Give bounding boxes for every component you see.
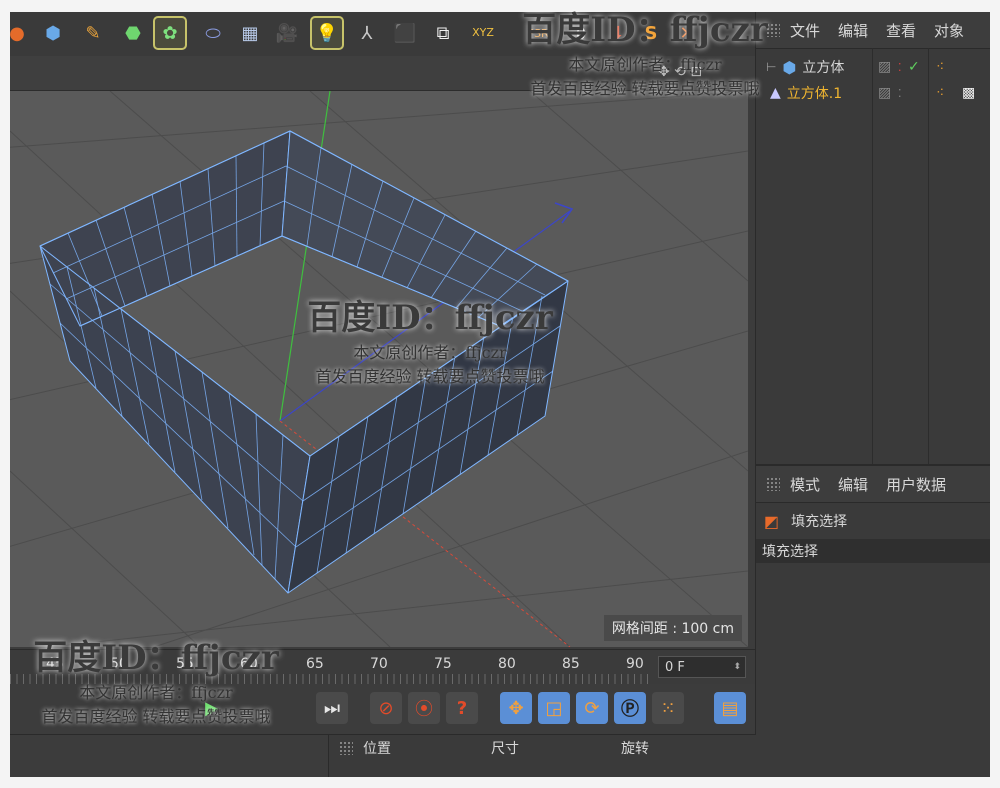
header-size: 尺寸 bbox=[491, 741, 519, 757]
material-box-icon[interactable]: ⬛ bbox=[390, 18, 420, 48]
view-controls-icon[interactable]: ✥ ⟲ ⊡ bbox=[658, 64, 702, 80]
material-manager-strip bbox=[10, 734, 328, 777]
enabled-check-icon[interactable]: ✓ bbox=[908, 59, 920, 75]
film-strip-icon[interactable]: ▤ bbox=[714, 692, 746, 724]
psr-value: 0 bbox=[566, 18, 596, 48]
header-position: 位置 bbox=[363, 741, 391, 757]
tab-label: 填充选择 bbox=[762, 544, 818, 560]
selection-tag-icon[interactable]: ▩ bbox=[962, 85, 975, 101]
tick-label: 75 bbox=[434, 656, 452, 672]
viewport-menubar: ✥ ⟲ ⊡ bbox=[10, 56, 755, 91]
object-manager: 文件 编辑 查看 对象 ⊢ ⬢ 立方体 ▨ ⁚ ✓ ⁖ ▲ 立方体.1 ▨ ⁚ … bbox=[755, 12, 990, 464]
mograph-icon[interactable]: ✕ bbox=[672, 18, 702, 48]
array-generator-icon[interactable]: ✿ bbox=[153, 16, 187, 50]
move-key-icon[interactable]: ✥ bbox=[500, 692, 532, 724]
rotate-key-icon[interactable]: ⟳ bbox=[576, 692, 608, 724]
tick-label: 50 bbox=[110, 656, 128, 672]
visibility-icon[interactable]: ▨ bbox=[878, 59, 891, 75]
tick-label: 45 bbox=[46, 656, 64, 672]
psr-value-text: 0 bbox=[575, 23, 587, 43]
cinema4d-window: ● ⬢ ✎ ⬣ ✿ ⬭ ▦ 🎥 💡 ⅄ ⬛ ⧉ XYZ PSR 0 ⬇ S ✕ … bbox=[10, 12, 990, 777]
floor-icon[interactable]: ▦ bbox=[235, 18, 265, 48]
scale-key-icon[interactable]: ◲ bbox=[538, 692, 570, 724]
point-level-icon[interactable]: ⁙ bbox=[652, 692, 684, 724]
psr-label: PSR bbox=[527, 26, 549, 40]
tick-label: 85 bbox=[562, 656, 580, 672]
render-icon[interactable]: ● bbox=[10, 18, 32, 48]
axis-label: XYZ bbox=[472, 26, 494, 39]
object-row-cube-1[interactable]: ▲ 立方体.1 ▨ ⁚ ⁖ ▩ bbox=[756, 80, 990, 106]
grip-icon[interactable] bbox=[339, 741, 353, 755]
menu-view[interactable]: 查看 bbox=[886, 20, 916, 41]
object-name: 立方体 bbox=[802, 60, 845, 76]
character-icon[interactable]: ⅄ bbox=[352, 18, 382, 48]
sculpt-icon[interactable]: S bbox=[636, 18, 666, 48]
attributes-manager-menu: 模式 编辑 用户数据 bbox=[756, 466, 990, 503]
menu-edit[interactable]: 编辑 bbox=[838, 20, 868, 41]
scene-icon[interactable]: ⧉ bbox=[428, 18, 458, 48]
auto-key-icon[interactable]: ⦿ bbox=[408, 692, 440, 724]
render-dots-icon[interactable]: ⁚ bbox=[898, 61, 902, 74]
tree-branch-icon: ⊢ bbox=[766, 60, 777, 74]
transport-bar: ▶ ⏭ ⊘ ⦿ ? ✥ ◲ ⟳ Ⓟ ⁙ ▤ bbox=[10, 684, 755, 734]
menu-edit[interactable]: 编辑 bbox=[838, 474, 868, 495]
3d-viewport[interactable]: 网格间距 : 100 cm bbox=[10, 91, 748, 647]
render-dots-icon[interactable]: ⁚ bbox=[898, 87, 902, 100]
tick-label: 80 bbox=[498, 656, 516, 672]
tag-icon[interactable]: ⁖ bbox=[936, 59, 944, 75]
tag-title-row: ◩ 填充选择 bbox=[756, 503, 990, 539]
menu-user-data[interactable]: 用户数据 bbox=[886, 474, 946, 495]
object-name: 立方体.1 bbox=[786, 86, 843, 102]
column-divider[interactable] bbox=[872, 48, 873, 464]
object-row-cube[interactable]: ⊢ ⬢ 立方体 ▨ ⁚ ✓ ⁖ bbox=[756, 54, 990, 80]
play-icon[interactable]: ▶ bbox=[196, 692, 228, 724]
viewport-scene bbox=[10, 91, 748, 647]
pen-spline-icon[interactable]: ✎ bbox=[78, 18, 108, 48]
parameter-key-icon[interactable]: Ⓟ bbox=[614, 692, 646, 724]
column-divider[interactable] bbox=[928, 48, 929, 464]
deformer-icon[interactable]: ⬭ bbox=[198, 18, 228, 48]
tick-label: 90 bbox=[626, 656, 644, 672]
tag-title: 填充选择 bbox=[791, 514, 848, 530]
keyframe-help-icon[interactable]: ? bbox=[446, 692, 478, 724]
grip-icon[interactable] bbox=[766, 477, 780, 491]
fill-selection-tag-icon: ◩ bbox=[764, 511, 780, 531]
current-frame-value: 0 F bbox=[665, 659, 685, 675]
timeline-ticks bbox=[10, 674, 650, 684]
cube-primitive-icon[interactable]: ⬢ bbox=[38, 18, 68, 48]
coordinates-manager: 位置 尺寸 旋转 bbox=[328, 734, 756, 777]
grid-spacing-label: 网格间距 : 100 cm bbox=[603, 615, 742, 641]
attributes-manager: 模式 编辑 用户数据 ◩ 填充选择 填充选择 bbox=[755, 464, 990, 777]
object-manager-menu: 文件 编辑 查看 对象 bbox=[756, 12, 990, 49]
snap-icon[interactable]: ⬇ bbox=[602, 18, 632, 48]
header-rotation: 旋转 bbox=[621, 741, 649, 757]
axis-icon[interactable]: XYZ bbox=[468, 18, 498, 48]
coordinates-header: 位置 尺寸 旋转 bbox=[329, 735, 756, 761]
menu-file[interactable]: 文件 bbox=[790, 20, 820, 41]
light-icon[interactable]: 💡 bbox=[310, 16, 344, 50]
tick-label: 70 bbox=[370, 656, 388, 672]
grip-icon[interactable] bbox=[766, 23, 780, 37]
tag-icon[interactable]: ⁖ bbox=[936, 85, 944, 101]
record-key-icon[interactable]: ⊘ bbox=[370, 692, 402, 724]
tick-label: 55 bbox=[176, 656, 194, 672]
camera-icon[interactable]: 🎥 bbox=[272, 18, 302, 48]
psr-button[interactable]: PSR bbox=[508, 18, 568, 48]
timeline-ruler[interactable]: 45 50 55 60 65 70 75 80 85 90 0 F ⬍ bbox=[10, 649, 755, 684]
tab-fill-selection[interactable]: 填充选择 bbox=[756, 539, 990, 563]
main-toolbar: ● ⬢ ✎ ⬣ ✿ ⬭ ▦ 🎥 💡 ⅄ ⬛ ⧉ XYZ PSR 0 ⬇ S ✕ bbox=[10, 12, 755, 57]
nurbs-icon[interactable]: ⬣ bbox=[118, 18, 148, 48]
menu-object[interactable]: 对象 bbox=[934, 20, 964, 41]
current-frame-field[interactable]: 0 F ⬍ bbox=[658, 656, 746, 678]
tick-label: 60 bbox=[240, 656, 258, 672]
go-to-end-icon[interactable]: ⏭ bbox=[316, 692, 348, 724]
cube-object-icon: ⬢ bbox=[782, 57, 797, 77]
polygon-object-icon: ▲ bbox=[770, 85, 781, 101]
spinner-icon[interactable]: ⬍ bbox=[733, 662, 741, 672]
menu-mode[interactable]: 模式 bbox=[790, 474, 820, 495]
tick-label: 65 bbox=[306, 656, 324, 672]
visibility-icon[interactable]: ▨ bbox=[878, 85, 891, 101]
